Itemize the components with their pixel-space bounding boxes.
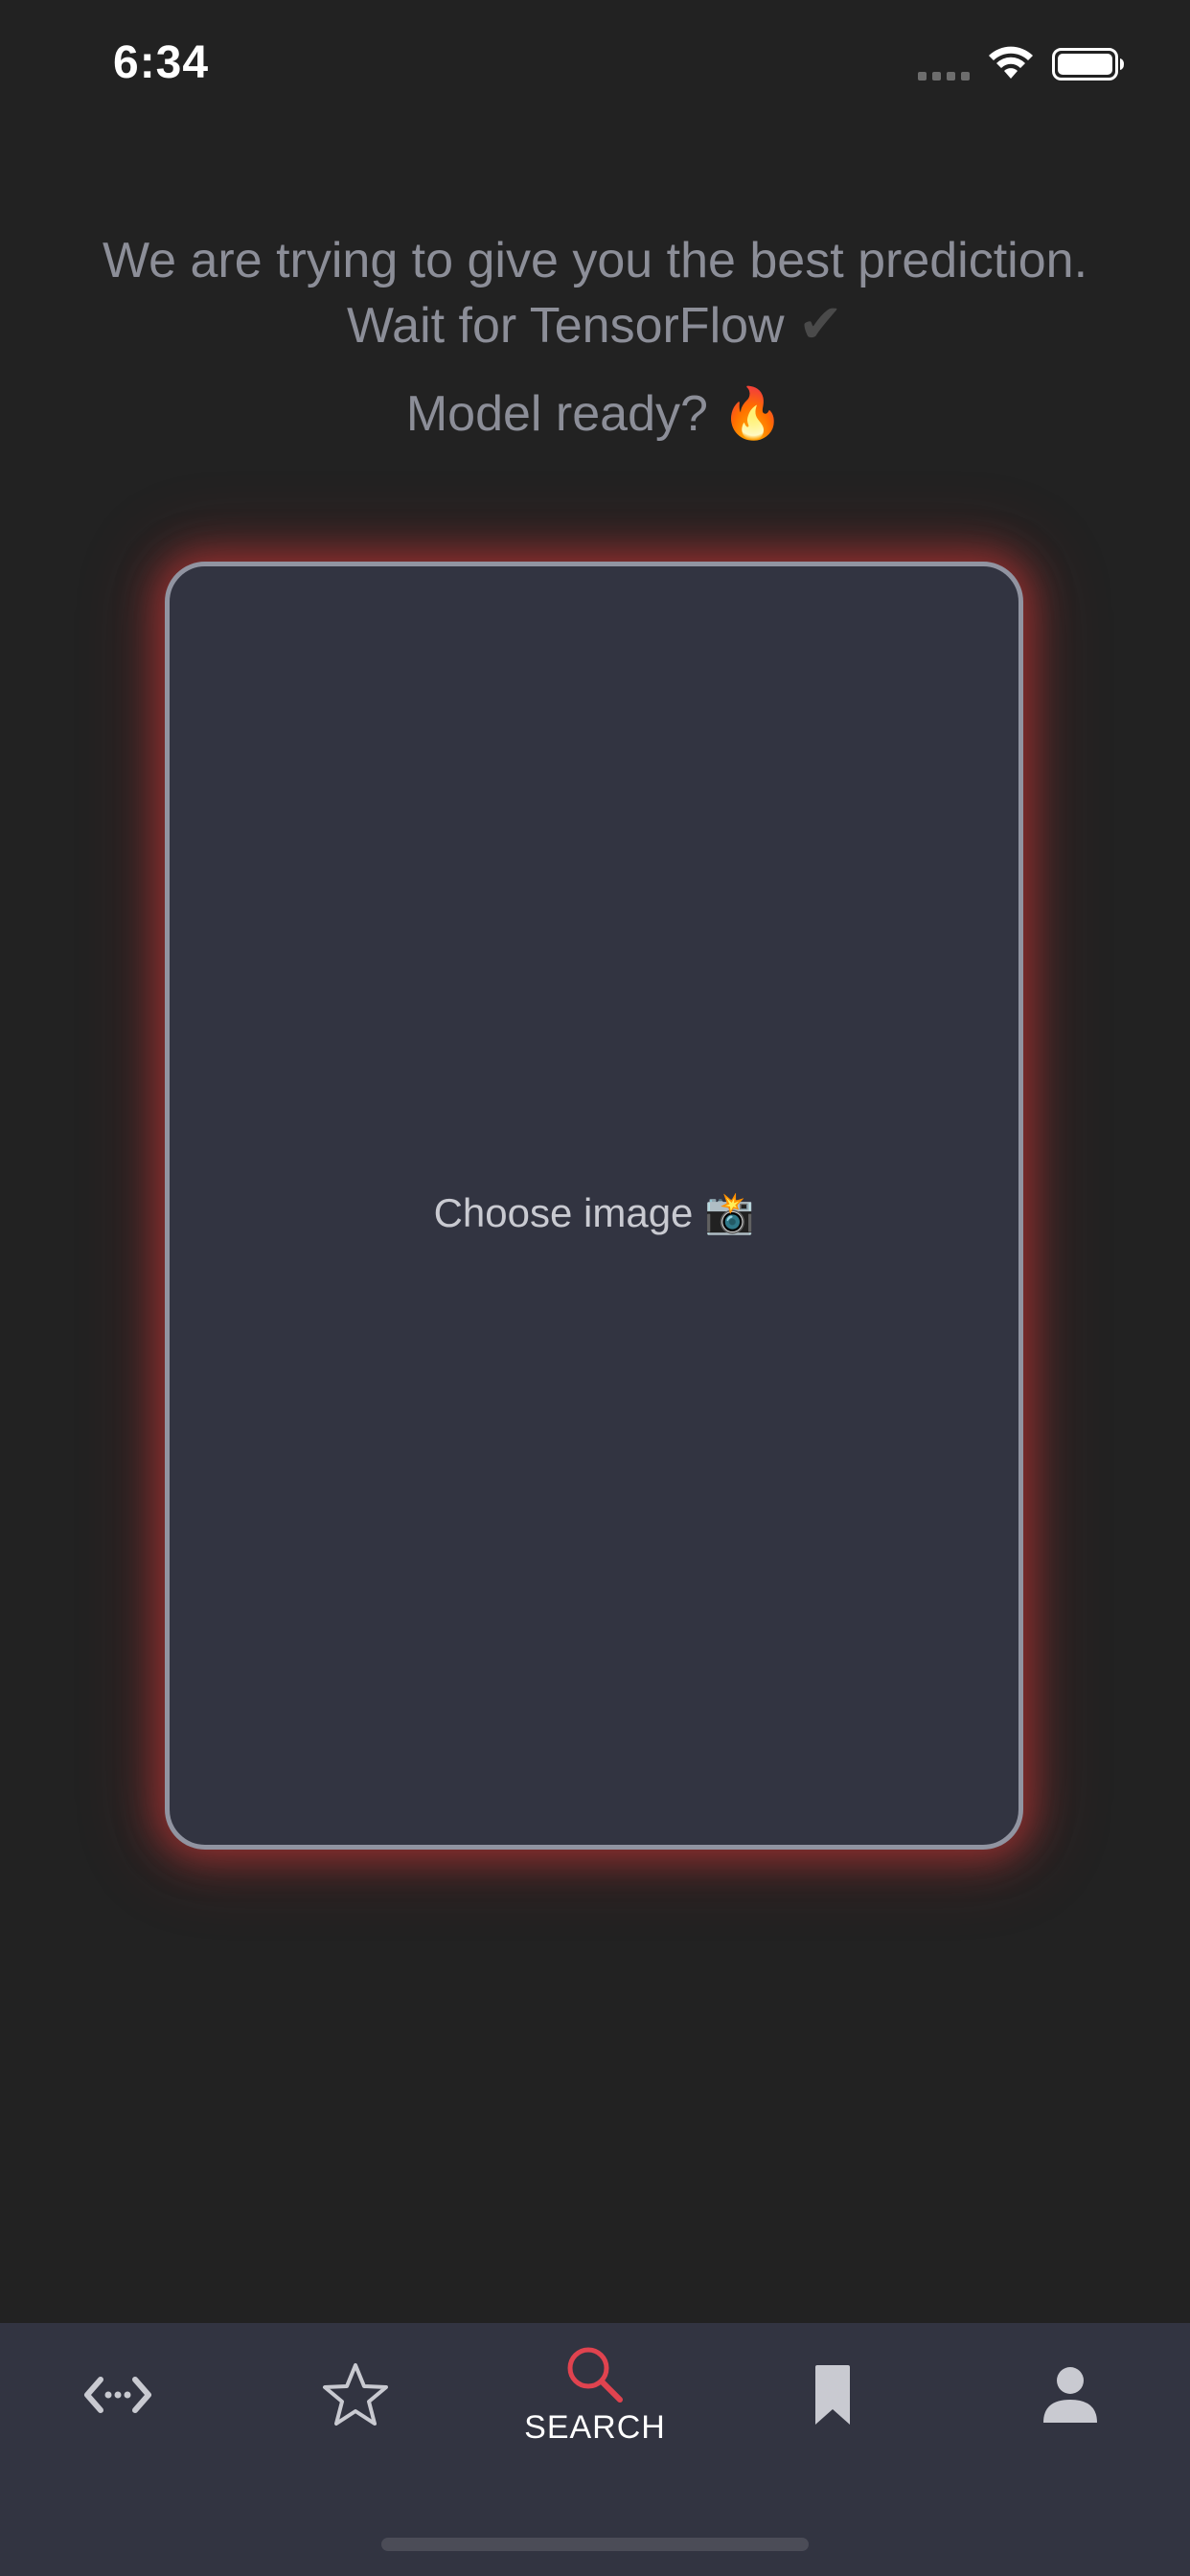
tensorflow-wait-message: Wait for TensorFlow ✔: [0, 293, 1190, 356]
prediction-message: We are trying to give you the best predi…: [102, 233, 1088, 288]
model-ready-message: Model ready? 🔥: [405, 386, 785, 442]
status-time: 6:34: [113, 37, 210, 88]
tab-code[interactable]: [57, 2323, 178, 2467]
search-icon: [567, 2347, 623, 2403]
tab-search[interactable]: SEARCH: [509, 2323, 681, 2467]
status-bar: 6:34: [0, 0, 1190, 134]
cellular-signal-icon: [918, 72, 970, 80]
tab-bookmarks[interactable]: [772, 2323, 893, 2467]
star-icon: [323, 2363, 388, 2426]
battery-icon: [1052, 48, 1124, 80]
screen: 6:34 We are trying to give you the best …: [0, 0, 1190, 2576]
code-icon: [84, 2377, 151, 2413]
home-indicator[interactable]: [381, 2538, 809, 2551]
tensorflow-wait-text: Wait for TensorFlow: [347, 298, 785, 354]
wifi-icon: [989, 46, 1033, 79]
tab-favorites[interactable]: [295, 2323, 416, 2467]
bookmark-icon: [815, 2365, 850, 2425]
profile-icon: [1043, 2367, 1097, 2423]
check-icon: ✔: [798, 293, 843, 354]
tab-profile[interactable]: [1010, 2323, 1131, 2467]
choose-image-label: Choose image 📸: [433, 1190, 755, 1235]
choose-image-card[interactable]: Choose image 📸: [165, 562, 1023, 1850]
tab-search-label: SEARCH: [524, 2408, 666, 2446]
